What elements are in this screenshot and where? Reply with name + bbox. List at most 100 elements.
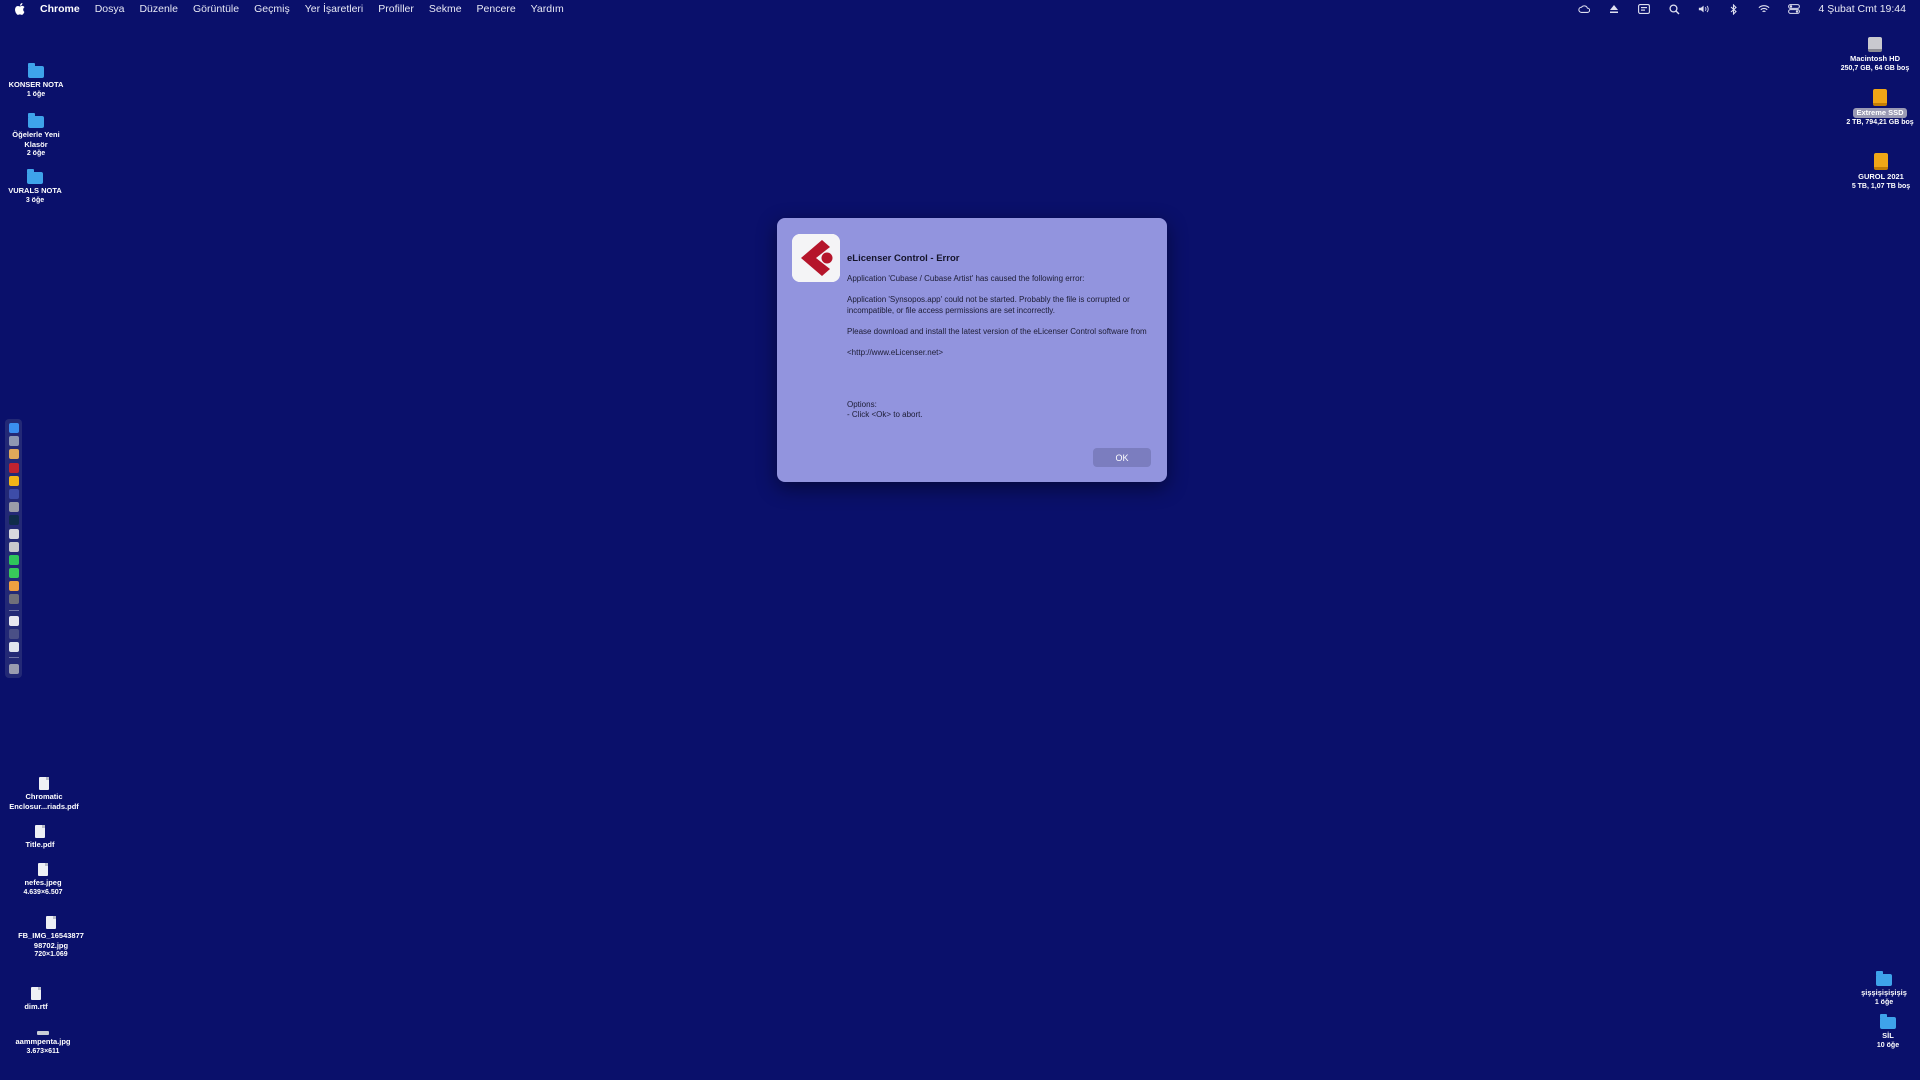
menu-dosya[interactable]: Dosya [95,3,125,15]
dialog-error-detail: Application 'Synsopos.app' could not be … [847,295,1130,315]
app-gray-icon[interactable] [8,594,19,605]
desktop-item-label: Öğelerle Yeni Klasör [12,130,60,149]
document-icon [35,825,45,838]
desktop-file-dim-rtf[interactable]: dim.rtf [0,987,81,1012]
dialog-spacer [847,369,1152,400]
trash-icon[interactable] [8,663,19,674]
desktop-item-label: KONSER NOTA [8,80,64,89]
safari-icon[interactable] [8,449,19,460]
desktop-item-label: VURALS NOTA [8,186,62,195]
desktop-folder-sisisis[interactable]: şişşişişişişiş 1 öğe [1839,971,1920,1007]
desktop-folder-yeni-klasor[interactable]: Öğelerle Yeni Klasör 2 öğe [0,113,81,158]
notes-icon[interactable] [8,581,19,592]
menu-duzenle[interactable]: Düzenle [139,3,178,15]
menu-gecmis[interactable]: Geçmiş [254,3,290,15]
dock [5,419,22,678]
menu-pencere[interactable]: Pencere [477,3,516,15]
finder-icon[interactable] [8,423,19,433]
image-file-icon [38,863,48,876]
cubase-icon[interactable] [8,462,19,473]
whatsapp-icon[interactable] [8,568,19,579]
image-file-icon [37,1031,49,1035]
creative-cloud-icon[interactable] [1578,3,1591,15]
desktop-item-label: dim.rtf [24,1002,48,1011]
keyboard-input-icon[interactable] [1638,3,1651,15]
desktop-item-label: Extreme SSD [1853,108,1907,118]
folder-icon [28,113,44,128]
desktop-item-sub: 2 öğe [26,150,46,157]
hard-drive-icon [1868,37,1882,52]
activity-icon[interactable] [8,528,19,539]
document-icon [39,777,49,790]
desktop-item-sub: 720×1.069 [34,951,68,958]
desktop-item-label: Macintosh HD [1849,54,1900,63]
elicenser-app-icon [792,234,840,282]
dialog-message: Application 'Cubase / Cubase Artist' has… [847,274,1152,421]
folder-app-icon[interactable] [8,642,19,653]
window-app-icon[interactable] [8,629,19,639]
document-icon [31,987,41,1000]
menu-goruntule[interactable]: Görüntüle [193,3,239,15]
dialog-instructions: Please download and install the latest v… [847,326,1147,336]
desktop-item-label: aammpenta.jpg [15,1037,71,1046]
volume-icon[interactable] [1698,3,1710,15]
menu-bar-clock[interactable]: 4 Şubat Cmt 19:44 [1818,3,1906,15]
eject-icon[interactable] [1608,3,1620,15]
menu-bar-status: 4 Şubat Cmt 19:44 [1578,0,1906,18]
document-app-icon[interactable] [8,615,19,626]
desktop-drive-extreme-ssd[interactable]: Extreme SSD 2 TB, 794,21 GB boş [1835,89,1920,127]
bluetooth-icon[interactable] [1728,3,1740,15]
desktop-folder-sil[interactable]: SİL 10 öğe [1843,1014,1920,1050]
desktop-item-label: Chromatic Enclosur...riads.pdf [9,792,79,811]
desktop-item-sub: 1 öğe [1874,998,1894,1006]
chrome-icon[interactable] [8,475,19,486]
app-blue-icon[interactable] [8,488,19,499]
wifi-icon[interactable] [1758,3,1770,15]
elicenser-error-dialog: eLicenser Control - Error Application 'C… [777,218,1167,482]
dock-separator [8,609,19,611]
menu-profiller[interactable]: Profiller [378,3,414,15]
menu-yardim[interactable]: Yardım [531,3,564,15]
folder-icon [27,169,43,184]
desktop-item-label: FB_IMG_16543877 98702.jpg [18,931,84,950]
desktop-folder-vurals-nota[interactable]: VURALS NOTA 3 öğe [0,169,80,205]
desktop-item-label: SİL [1882,1031,1894,1040]
apple-icon[interactable] [14,3,26,15]
spotify-icon[interactable] [8,554,19,565]
compass-icon[interactable] [8,541,19,552]
desktop-item-label: Title.pdf [25,840,55,849]
ok-button[interactable]: OK [1093,448,1151,467]
folder-icon [28,63,44,78]
menu-yer-isaretleri[interactable]: Yer İşaretleri [305,3,364,15]
desktop-item-sub: 1 öğe [26,90,46,98]
desktop-item-label: nefes.jpeg [24,878,62,887]
external-drive-icon [1873,89,1887,106]
search-icon[interactable] [1668,3,1680,15]
dock-separator [8,657,19,659]
desktop-file-fb-img[interactable]: FB_IMG_16543877 98702.jpg 720×1.069 [6,916,96,959]
image-file-icon [46,916,56,929]
desktop-item-sub: 10 öğe [1876,1041,1900,1049]
menu-app-chrome[interactable]: Chrome [40,3,80,15]
desktop-file-title-pdf[interactable]: Title.pdf [0,825,85,850]
menu-sekme[interactable]: Sekme [429,3,462,15]
desktop-folder-konser-nota[interactable]: KONSER NOTA 1 öğe [0,63,81,99]
desktop-drive-macintosh-hd[interactable]: Macintosh HD 250,7 GB, 64 GB boş [1830,37,1920,73]
dialog-options-label: Options: [847,399,877,409]
desktop-file-nefes-jpeg[interactable]: nefes.jpeg 4.639×6.507 [0,863,88,897]
desktop-file-aammpenta[interactable]: aammpenta.jpg 3.673×611 [0,1031,88,1056]
settings-icon[interactable] [8,502,19,513]
folder-icon [1880,1014,1896,1029]
dialog-error-source: Application 'Cubase / Cubase Artist' has… [847,274,1085,283]
desktop-drive-gurol-2021[interactable]: GUROL 2021 5 TB, 1,07 TB boş [1836,153,1920,191]
desktop-file-chromatic-pdf[interactable]: Chromatic Enclosur...riads.pdf [0,777,89,811]
folder-icon [1876,971,1892,986]
desktop-item-sub: 3 öğe [25,196,45,204]
control-center-icon[interactable] [1788,3,1801,15]
dialog-url: <http://www.eLicenser.net> [847,347,944,357]
photoshop-icon[interactable] [8,515,19,526]
desktop-item-sub: 5 TB, 1,07 TB boş [1851,182,1911,190]
launchpad-icon[interactable] [8,436,19,447]
desktop-item-sub: 250,7 GB, 64 GB boş [1840,64,1910,72]
menu-bar: Chrome Dosya Düzenle Görüntüle Geçmiş Ye… [0,0,1920,18]
